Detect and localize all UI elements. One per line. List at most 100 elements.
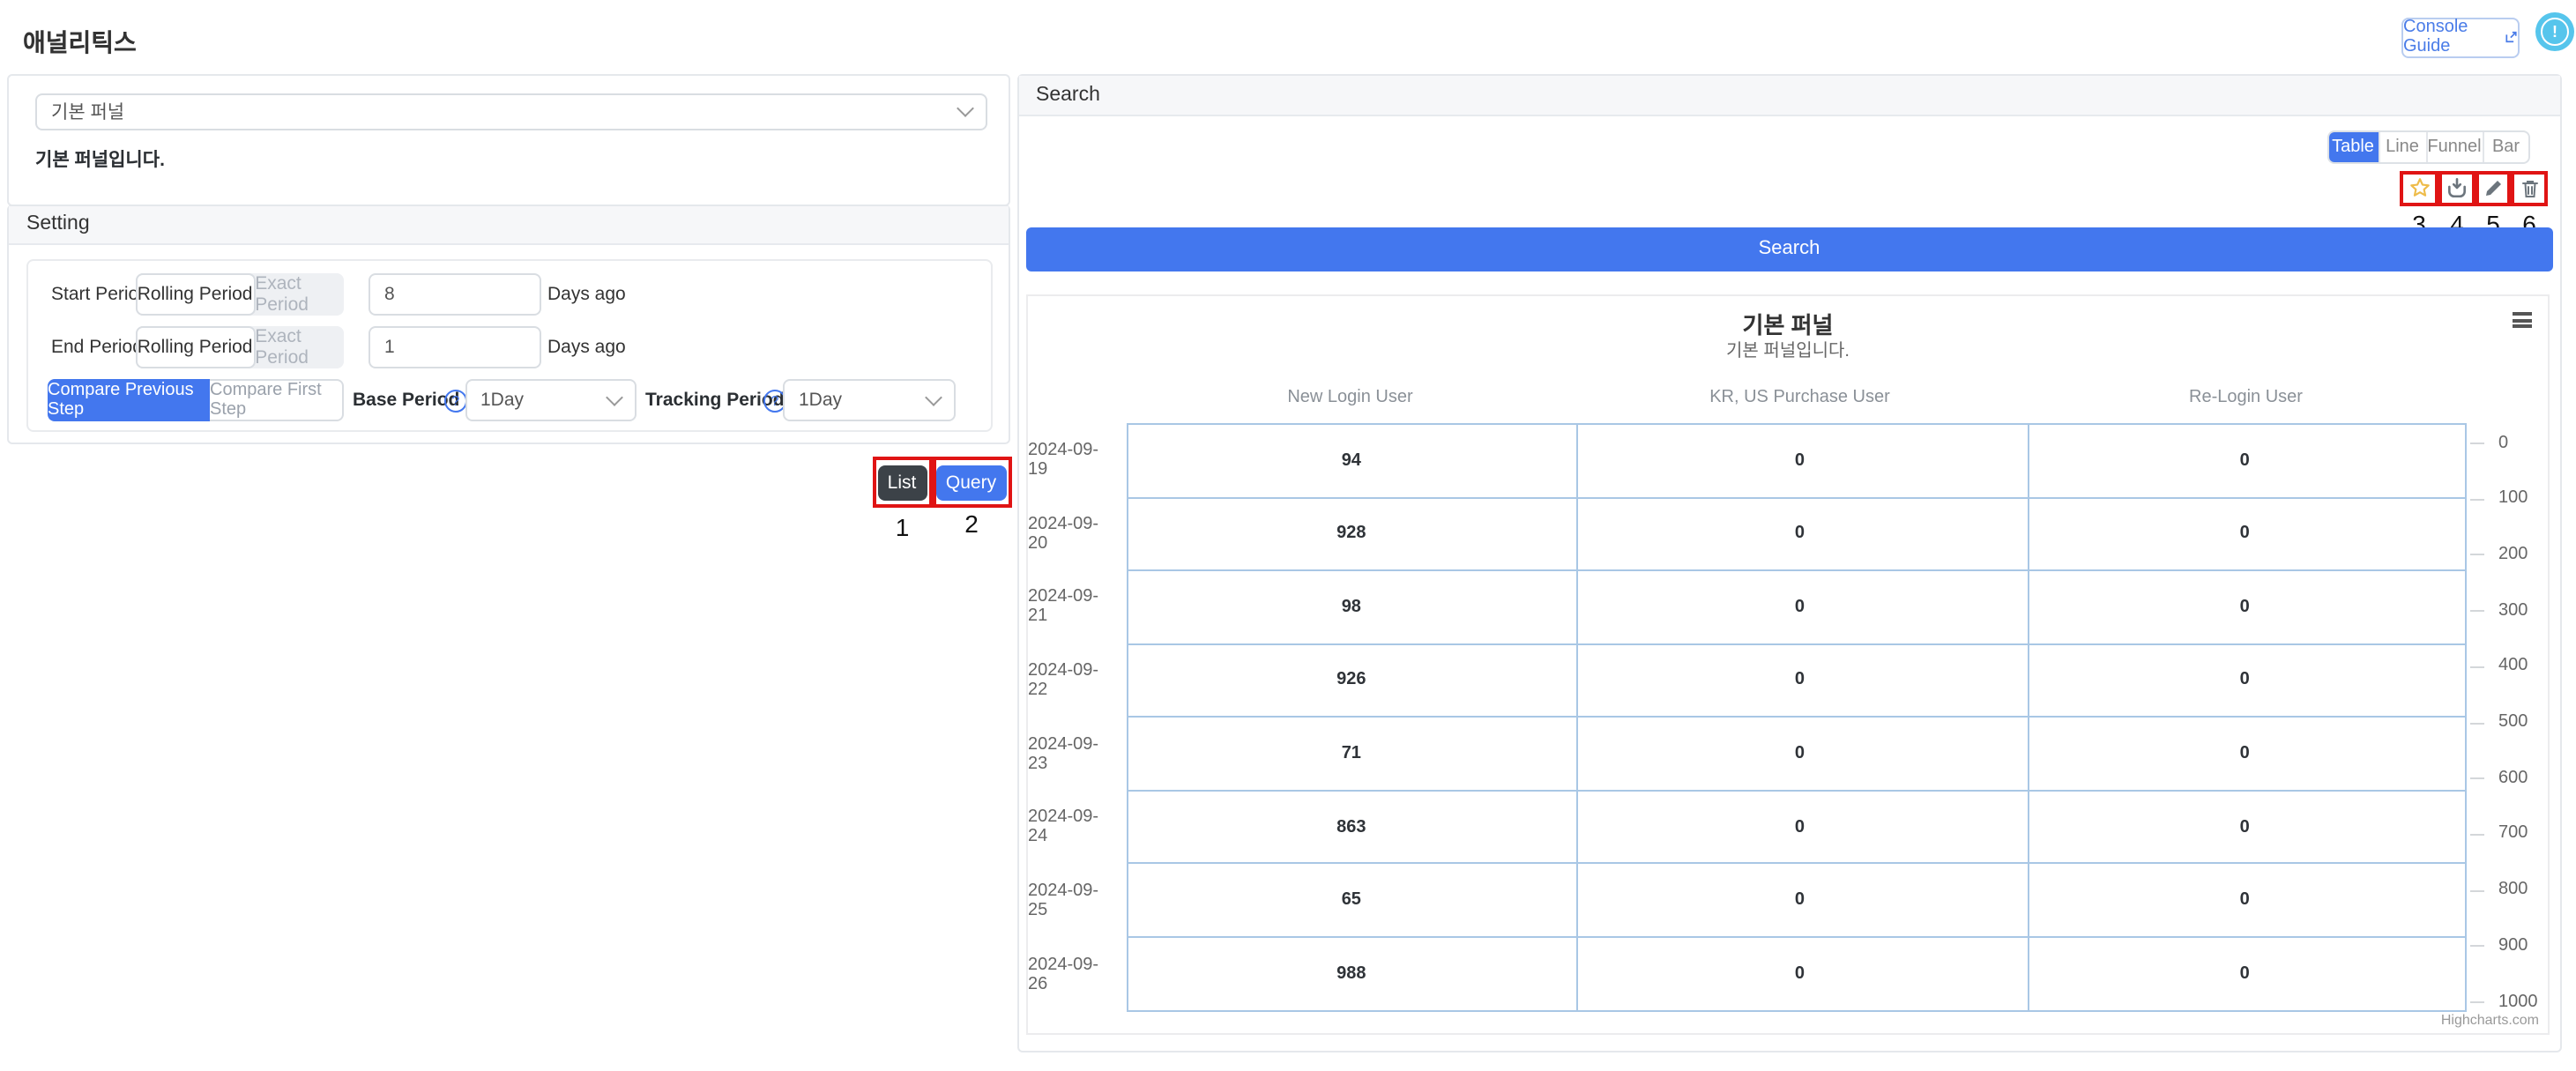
axis-tick: [2470, 889, 2484, 891]
setting-card: Setting Start Period Rolling Period Exac…: [7, 205, 1009, 444]
start-period-suffix: Days ago: [547, 272, 626, 315]
end-period-mode-toggle: Rolling Period Exact Period: [135, 325, 343, 368]
axis-tick-label: 100: [2498, 488, 2528, 508]
date-label: 2024-09-24: [1028, 791, 1106, 864]
exact-period-option[interactable]: Exact Period: [255, 325, 343, 368]
setting-body: Start Period Rolling Period Exact Period…: [26, 258, 993, 431]
value-cell: 0: [1575, 571, 2025, 643]
exact-period-option[interactable]: Exact Period: [255, 272, 343, 315]
tab-bar[interactable]: Bar: [2482, 131, 2528, 161]
date-label: 2024-09-25: [1028, 864, 1106, 937]
funnel-select[interactable]: 기본 퍼널: [35, 93, 987, 130]
search-panel: Search Table Line Funnel Bar: [1016, 74, 2562, 1052]
annotation-box-1: [873, 456, 932, 508]
axis-tick-label: 400: [2498, 657, 2528, 676]
chart-card: 기본 퍼널 기본 퍼널입니다. New Login User KR, US Pu…: [1026, 294, 2550, 1035]
value-cell: 0: [2024, 571, 2465, 643]
rolling-period-option[interactable]: Rolling Period: [135, 325, 255, 368]
date-label: 2024-09-22: [1028, 643, 1106, 717]
annotation-label-2: 2: [932, 509, 1011, 538]
base-period-help-icon[interactable]: ?: [444, 389, 467, 412]
favorite-star-icon[interactable]: [2403, 174, 2435, 203]
table-row: 92600: [1128, 644, 2465, 718]
axis-tick-label: 1000: [2498, 992, 2538, 1011]
funnel-table-rows: 940092800980092600710086300650098800: [1128, 425, 2465, 1009]
value-cell: 0: [2024, 792, 2465, 863]
compare-toggle: Compare Previous Step Compare First Step: [48, 378, 343, 420]
column-header: New Login User: [1126, 388, 1575, 407]
annotation-box-4: [2438, 170, 2475, 206]
end-period-value: 1: [384, 336, 395, 357]
tab-funnel[interactable]: Funnel: [2425, 131, 2482, 161]
axis-tick-label: 300: [2498, 600, 2528, 620]
axis-tick-label: 600: [2498, 768, 2528, 787]
date-label: 2024-09-23: [1028, 718, 1106, 791]
funnel-select-card: 기본 퍼널 기본 퍼널입니다.: [7, 74, 1009, 206]
annotation-box-6: [2511, 170, 2548, 206]
tracking-period-select[interactable]: 1Day: [783, 378, 955, 420]
value-cell: 988: [1128, 938, 1575, 1009]
edit-pencil-icon[interactable]: [2479, 174, 2507, 203]
value-cell: 0: [2024, 938, 2465, 1009]
compare-row: Compare Previous Step Compare First Step…: [28, 378, 991, 420]
download-icon[interactable]: [2442, 174, 2472, 203]
axis-tick: [2470, 666, 2484, 668]
rolling-period-option[interactable]: Rolling Period: [135, 272, 255, 315]
annotation-box-3: [2400, 170, 2438, 206]
tab-line[interactable]: Line: [2378, 131, 2425, 161]
end-period-input[interactable]: 1: [369, 325, 540, 368]
table-row: 9800: [1128, 571, 2465, 644]
axis-tick: [2470, 834, 2484, 836]
start-period-value: 8: [384, 283, 395, 304]
delete-trash-icon[interactable]: [2514, 174, 2544, 203]
axis-tick: [2470, 610, 2484, 612]
axis-tick: [2470, 554, 2484, 556]
axis-tick: [2470, 777, 2484, 779]
value-cell: 0: [1575, 718, 2025, 790]
exclamation-circle-icon: !: [2541, 18, 2569, 46]
search-button[interactable]: Search: [1025, 227, 2553, 271]
value-cell: 0: [1575, 644, 2025, 716]
column-divider: [1576, 425, 1578, 1009]
notice-info-button[interactable]: !: [2535, 12, 2574, 51]
value-cell: 0: [2024, 644, 2465, 716]
console-guide-button[interactable]: Console Guide: [2401, 17, 2519, 57]
console-guide-label: Console Guide: [2403, 18, 2498, 56]
value-cell: 926: [1128, 644, 1575, 716]
value-cell: 0: [2024, 498, 2465, 569]
table-row: 7100: [1128, 718, 2465, 792]
tracking-period-value: 1Day: [799, 389, 842, 410]
compare-previous-step-button[interactable]: Compare Previous Step: [48, 378, 210, 420]
value-cell: 0: [1575, 865, 2025, 936]
base-period-select[interactable]: 1Day: [465, 378, 637, 420]
value-cell: 0: [1575, 425, 2025, 496]
highcharts-credit[interactable]: Highcharts.com: [2441, 1012, 2539, 1028]
base-period-value: 1Day: [480, 389, 524, 410]
axis-tick: [2470, 946, 2484, 948]
column-header: KR, US Purchase User: [1575, 388, 2025, 407]
axis-tick-label: 900: [2498, 936, 2528, 956]
funnel-select-value: 기본 퍼널: [51, 98, 124, 124]
table-header-row: New Login User KR, US Purchase User Re-L…: [1126, 388, 2467, 407]
axis-tick: [2470, 443, 2484, 444]
value-cell: 0: [2024, 718, 2465, 790]
value-cell: 0: [1575, 498, 2025, 569]
start-period-input[interactable]: 8: [369, 272, 540, 315]
search-panel-header: Search: [1018, 76, 2560, 116]
axis-tick: [2470, 722, 2484, 724]
value-cell: 0: [1575, 792, 2025, 863]
date-label: 2024-09-26: [1028, 938, 1106, 1011]
axis-tick-label: 500: [2498, 712, 2528, 732]
table-row: 98800: [1128, 938, 2465, 1009]
compare-first-step-button[interactable]: Compare First Step: [210, 378, 343, 420]
value-cell: 65: [1128, 865, 1575, 936]
chart-subtitle: 기본 퍼널입니다.: [1028, 335, 2548, 361]
column-divider: [2027, 425, 2029, 1009]
start-period-label: Start Period: [51, 272, 149, 315]
view-toggle: Table Line Funnel Bar: [2327, 130, 2530, 163]
column-header: Re-Login User: [2025, 388, 2467, 407]
end-period-row: End Period Rolling Period Exact Period 1…: [28, 325, 991, 368]
table-row: 92800: [1128, 498, 2465, 571]
annotation-box-2: [932, 456, 1011, 508]
tab-table[interactable]: Table: [2328, 131, 2378, 161]
